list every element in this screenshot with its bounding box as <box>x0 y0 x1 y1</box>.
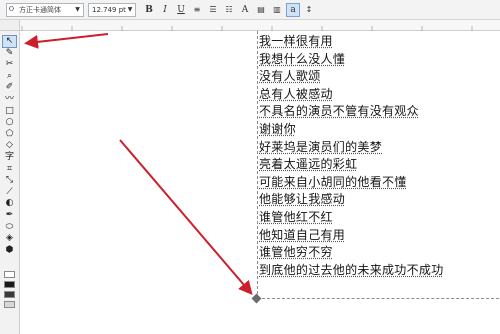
text-line: 总有人被感动 <box>259 86 333 101</box>
ruler-origin[interactable] <box>0 20 20 31</box>
color-swatch[interactable] <box>4 271 15 278</box>
bullet-list-button[interactable]: ☰ <box>206 3 220 17</box>
text-frame-button[interactable]: ▥ <box>270 3 284 17</box>
text-line: 谁管他穷不穷 <box>259 245 333 260</box>
text-line: 我一样很有用 <box>259 34 333 48</box>
text-line: 到底他的过去他的未来成功不成功 <box>259 262 444 277</box>
truetype-icon: O <box>9 6 14 13</box>
text-line: 没有人歌颂 <box>259 69 321 84</box>
font-family-value: 方正卡通简体 <box>19 6 61 14</box>
text-line: 我想什么没人懂 <box>259 51 346 66</box>
smart-fill-tool-icon[interactable]: ⬢ <box>2 244 17 257</box>
color-swatch[interactable] <box>4 291 15 298</box>
color-swatch[interactable] <box>4 281 15 288</box>
color-swatch[interactable] <box>4 301 15 308</box>
paragraph-format-button[interactable]: ▤ <box>254 3 268 17</box>
text-line: 谁管他红不红 <box>259 209 333 224</box>
text-line: 他知道自己有用 <box>259 227 346 242</box>
text-line: 不具名的演员不管有没有观众 <box>259 104 419 119</box>
toolbox: ↖ ✎ ✂ ⌕ ✐ 〰 □ ○ ⬠ ◇ 字 ⌗ ⤡ ⟋ ◐ ✒ ⬭ ◈ ⬢ <box>0 31 20 334</box>
font-size-value: 12.749 pt <box>92 6 126 14</box>
character-format-button[interactable]: A <box>238 3 252 17</box>
horizontal-text-button[interactable]: a <box>286 3 300 17</box>
font-size-dropdown[interactable]: 12.749 pt ▼ <box>88 3 136 17</box>
text-line: 谢谢你 <box>259 121 296 136</box>
bold-button[interactable]: B <box>142 3 156 17</box>
drop-cap-button[interactable]: ☷ <box>222 3 236 17</box>
text-line: 可能来自小胡同的他看不懂 <box>259 174 407 189</box>
text-line: 他能够让我感动 <box>259 192 346 207</box>
chevron-down-icon[interactable]: ▼ <box>126 4 134 16</box>
text-line: 亮着太遥远的彩虹 <box>259 157 358 172</box>
align-button[interactable]: ≡ <box>190 3 204 17</box>
horizontal-ruler[interactable] <box>20 20 500 35</box>
property-bar: O 方正卡通简体 ▼ 12.749 pt ▼ B I U ≡ ☰ ☷ A ▤ ▥ a ↕ <box>0 0 500 20</box>
chevron-down-icon[interactable]: ▼ <box>73 4 82 16</box>
italic-button[interactable]: I <box>158 3 172 17</box>
underline-button[interactable]: U <box>174 3 188 17</box>
text-line: 好莱坞是演员们的美梦 <box>259 139 383 154</box>
lyrics-text-block[interactable]: 我一样很有用 我想什么没人懂 没有人歌颂总有人被感动不具名的演员不管有没有观众 谢谢你… <box>259 33 499 279</box>
drawing-canvas[interactable]: 我一样很有用 我想什么没人懂 没有人歌颂总有人被感动不具名的演员不管有没有观众 谢谢你… <box>20 31 500 334</box>
vertical-text-button[interactable]: ↕ <box>302 3 316 17</box>
font-family-dropdown[interactable]: O 方正卡通简体 ▼ <box>6 3 84 17</box>
